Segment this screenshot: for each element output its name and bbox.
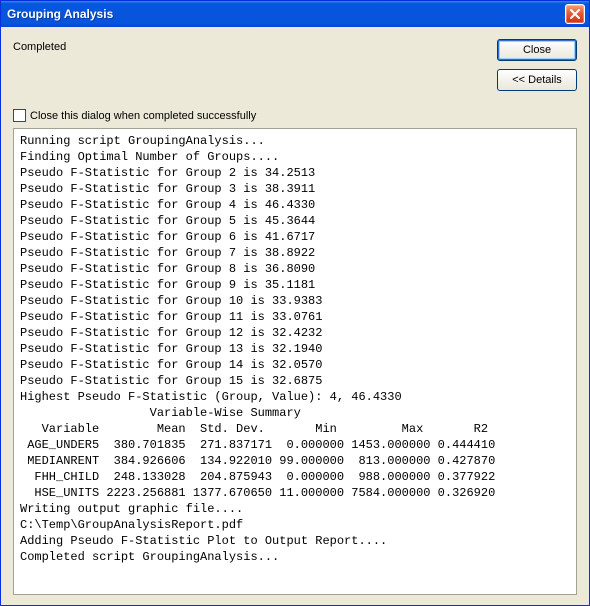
output-line: Pseudo F-Statistic for Group 11 is 33.07… xyxy=(20,309,570,325)
output-line: FHH_CHILD 248.133028 204.875943 0.000000… xyxy=(20,469,570,485)
titlebar[interactable]: Grouping Analysis xyxy=(1,1,589,27)
output-line: Finding Optimal Number of Groups.... xyxy=(20,149,570,165)
output-line: Pseudo F-Statistic for Group 9 is 35.118… xyxy=(20,277,570,293)
output-line: Pseudo F-Statistic for Group 6 is 41.671… xyxy=(20,229,570,245)
window-close-button[interactable] xyxy=(565,4,585,24)
top-row: Completed Close << Details xyxy=(13,39,577,91)
output-line: MEDIANRENT 384.926606 134.922010 99.0000… xyxy=(20,453,570,469)
output-line: Variable-Wise Summary xyxy=(20,405,570,421)
output-line: Highest Pseudo F-Statistic (Group, Value… xyxy=(20,389,570,405)
output-line: Pseudo F-Statistic for Group 12 is 32.42… xyxy=(20,325,570,341)
output-line: HSE_UNITS 2223.256881 1377.670650 11.000… xyxy=(20,485,570,501)
output-line: Pseudo F-Statistic for Group 13 is 32.19… xyxy=(20,341,570,357)
output-line: Writing output graphic file.... xyxy=(20,501,570,517)
output-line: Variable Mean Std. Dev. Min Max R2 xyxy=(20,421,570,437)
output-line: Pseudo F-Statistic for Group 8 is 36.809… xyxy=(20,261,570,277)
output-line: Completed script GroupingAnalysis... xyxy=(20,549,570,565)
output-line: C:\Temp\GroupAnalysisReport.pdf xyxy=(20,517,570,533)
button-column: Close << Details xyxy=(497,39,577,91)
output-line: Pseudo F-Statistic for Group 7 is 38.892… xyxy=(20,245,570,261)
output-line: Pseudo F-Statistic for Group 10 is 33.93… xyxy=(20,293,570,309)
dialog-body: Completed Close << Details Close this di… xyxy=(1,27,589,605)
auto-close-label: Close this dialog when completed success… xyxy=(30,110,256,122)
details-button[interactable]: << Details xyxy=(497,69,577,91)
status-text: Completed xyxy=(13,39,489,53)
dialog-window: Grouping Analysis Completed Close << Det… xyxy=(0,0,590,606)
output-line: Pseudo F-Statistic for Group 3 is 38.391… xyxy=(20,181,570,197)
output-line: Running script GroupingAnalysis... xyxy=(20,133,570,149)
output-textarea[interactable]: Running script GroupingAnalysis...Findin… xyxy=(13,128,577,595)
output-line: Adding Pseudo F-Statistic Plot to Output… xyxy=(20,533,570,549)
output-line: Pseudo F-Statistic for Group 2 is 34.251… xyxy=(20,165,570,181)
output-line: AGE_UNDER5 380.701835 271.837171 0.00000… xyxy=(20,437,570,453)
auto-close-checkbox[interactable] xyxy=(13,109,26,122)
close-icon xyxy=(570,9,580,19)
auto-close-row: Close this dialog when completed success… xyxy=(13,109,577,122)
output-line: Pseudo F-Statistic for Group 15 is 32.68… xyxy=(20,373,570,389)
output-line: Pseudo F-Statistic for Group 5 is 45.364… xyxy=(20,213,570,229)
window-title: Grouping Analysis xyxy=(7,7,565,21)
output-line: Pseudo F-Statistic for Group 14 is 32.05… xyxy=(20,357,570,373)
output-line: Pseudo F-Statistic for Group 4 is 46.433… xyxy=(20,197,570,213)
close-button[interactable]: Close xyxy=(497,39,577,61)
